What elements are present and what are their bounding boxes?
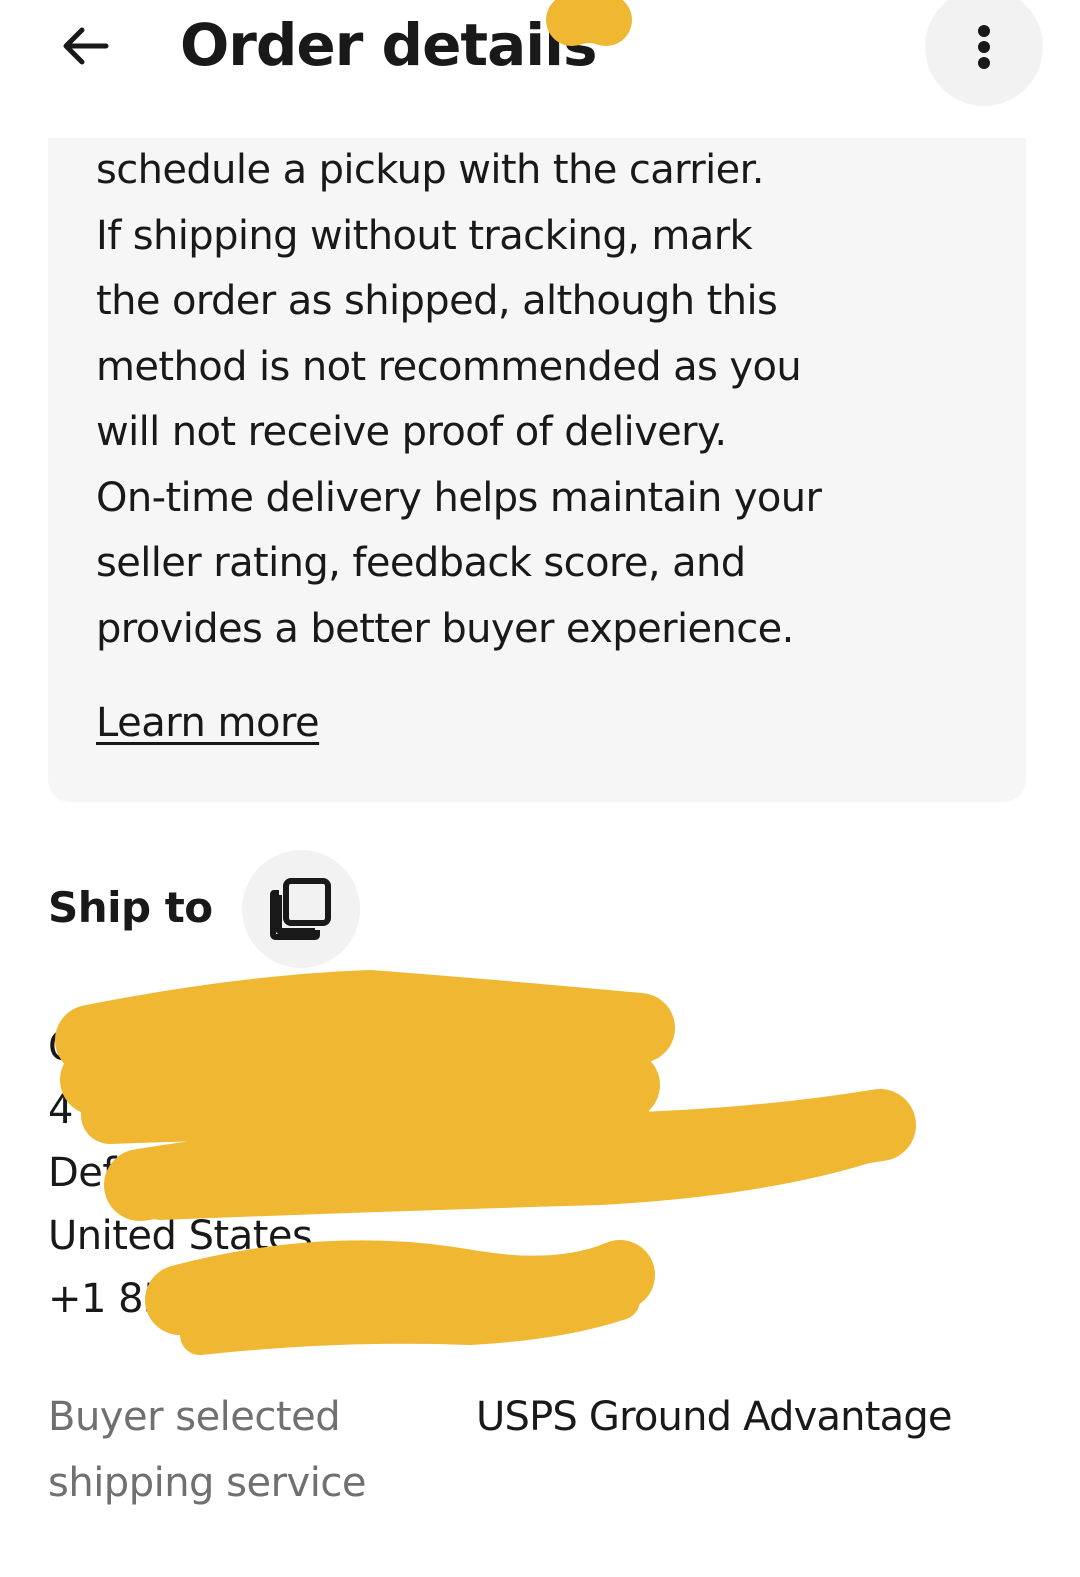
copy-icon: [270, 878, 331, 940]
shipping-info-text: schedule a pickup with the carrier. If s…: [96, 138, 976, 662]
info-line: method is not recommended as you: [96, 343, 802, 390]
copy-address-button[interactable]: [242, 850, 360, 968]
info-line: the order as shipped, although this: [96, 278, 778, 324]
app-header: Order details: [0, 0, 1080, 110]
more-options-button[interactable]: [925, 0, 1043, 106]
learn-more-link[interactable]: Learn more: [96, 693, 320, 753]
page-title: Order details: [180, 11, 598, 79]
ship-to-heading: Ship to: [48, 883, 213, 932]
info-line: will not receive proof of delivery.: [96, 409, 727, 455]
info-line: On-time delivery helps maintain your: [96, 474, 822, 521]
shipping-info-card: schedule a pickup with the carrier. If s…: [48, 138, 1026, 802]
address-street: 4: [48, 1087, 73, 1133]
address-name: G: [48, 1024, 79, 1070]
info-line: schedule a pickup with the carrier.: [96, 147, 765, 193]
info-line: If shipping without tracking, mark: [96, 212, 753, 259]
address-city: Def: [48, 1150, 117, 1196]
info-line: seller rating, feedback score, and: [96, 540, 746, 586]
more-vertical-icon: [978, 25, 990, 69]
shipping-address: G 4 Def United States +1 85: [48, 1016, 313, 1331]
info-line: provides a better buyer experience.: [96, 605, 794, 652]
arrow-left-icon: [63, 27, 109, 65]
address-country: United States: [48, 1213, 313, 1259]
shipping-service-value: USPS Ground Advantage: [476, 1394, 953, 1440]
address-phone: +1 85: [48, 1276, 169, 1322]
shipping-service-label: Buyer selected shipping service: [48, 1394, 366, 1506]
back-button[interactable]: [48, 10, 120, 82]
